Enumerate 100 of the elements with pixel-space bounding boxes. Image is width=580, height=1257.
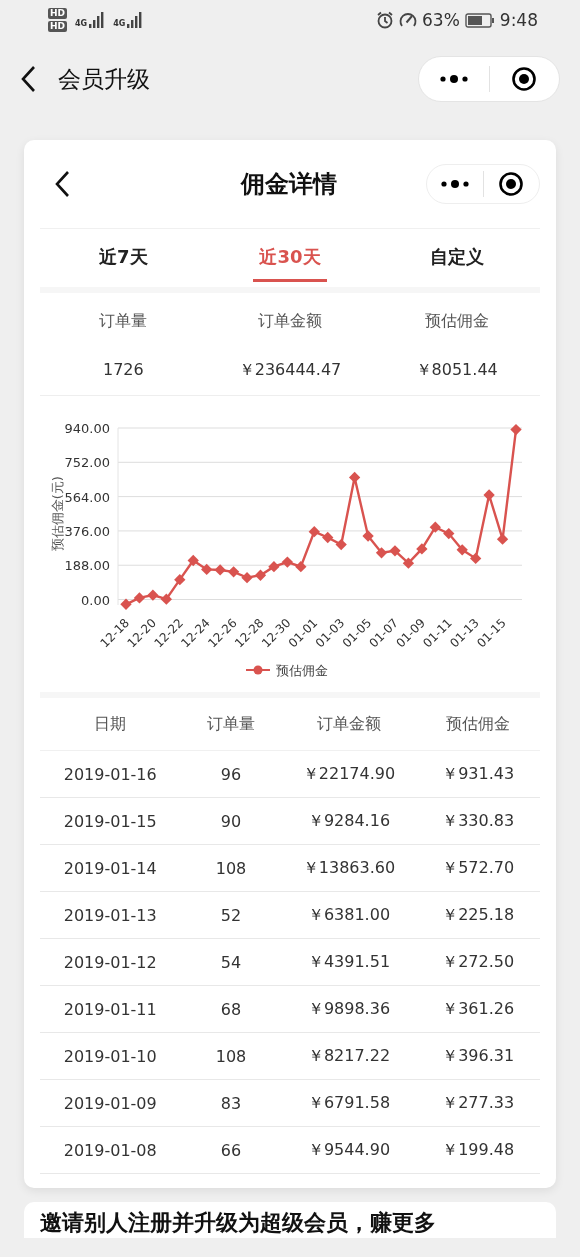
data-point — [443, 527, 455, 540]
summary-label: 订单量 — [98, 311, 149, 332]
clock-time: 9:48 — [499, 10, 538, 30]
back-icon[interactable] — [20, 65, 36, 93]
data-point — [362, 530, 374, 542]
table-cell-text: ￥277.33 — [441, 1092, 516, 1114]
data-point — [227, 566, 240, 578]
column-header: 订单金额 — [315, 713, 382, 735]
data-point — [201, 563, 213, 576]
network-label: 4G — [113, 19, 126, 28]
hd-label: HD — [48, 8, 67, 19]
table-cell-text: ￥22174.90 — [301, 763, 397, 785]
data-point — [375, 547, 388, 559]
table-cell-text: ￥225.18 — [441, 904, 516, 926]
summary-label: 预估佣金 — [423, 311, 490, 332]
table-cell-text: ￥9898.36 — [306, 998, 392, 1020]
data-point — [335, 538, 347, 551]
legend-icon — [245, 665, 271, 675]
data-point — [308, 526, 320, 538]
data-point — [281, 556, 294, 568]
column-header: 订单量 — [206, 713, 256, 735]
table-cell-text: ￥931.43 — [441, 763, 516, 785]
table-cell-text: ￥6381.00 — [306, 904, 392, 926]
data-point — [174, 574, 186, 586]
table-cell-text: 52 — [219, 905, 243, 925]
data-point — [214, 564, 226, 576]
speed-icon — [399, 11, 417, 29]
table-cell-text: 2019-01-13 — [62, 905, 158, 925]
table-cell-text: 2019-01-14 — [62, 858, 158, 878]
table-cell-text: ￥4391.51 — [306, 951, 392, 973]
data-point — [456, 544, 468, 556]
y-tick-label: 752.00 — [64, 455, 110, 471]
data-point — [120, 598, 132, 610]
table-cell-text: ￥330.83 — [441, 810, 516, 832]
table-cell-text: 2019-01-16 — [62, 764, 158, 784]
table-cell-text: ￥9284.16 — [306, 810, 392, 832]
data-point — [268, 561, 280, 573]
data-point — [241, 571, 253, 584]
table-cell-text: ￥361.26 — [441, 998, 516, 1020]
data-point — [322, 531, 334, 544]
summary-value: ￥8051.44 — [414, 360, 499, 381]
data-point — [389, 545, 401, 557]
table-cell-text: ￥13863.60 — [301, 857, 397, 879]
table-cell-text: ￥272.50 — [441, 951, 516, 973]
data-point — [402, 557, 415, 569]
legend-label: 预估佣金 — [276, 663, 328, 678]
table-cell-text: 2019-01-11 — [62, 999, 158, 1019]
table-cell-text: ￥8217.22 — [306, 1045, 392, 1067]
table-cell-text: 90 — [219, 811, 243, 831]
column-header: 日期 — [93, 713, 128, 735]
signal-icon — [89, 12, 106, 28]
card-title: 佣金详情 — [239, 169, 338, 200]
table-cell-text: 108 — [214, 858, 248, 878]
signal-icon — [127, 12, 144, 28]
battery-percent: 63% — [422, 10, 460, 30]
table-cell-text: 2019-01-09 — [62, 1093, 158, 1113]
data-point — [295, 561, 307, 573]
column-header: 预估佣金 — [445, 713, 512, 735]
table-cell-text: 66 — [219, 1140, 243, 1160]
data-point — [187, 554, 199, 567]
table-cell-text: 96 — [219, 764, 243, 784]
table-cell-text: ￥6791.58 — [306, 1092, 392, 1114]
table-cell-text: ￥199.48 — [441, 1139, 516, 1161]
alarm-icon — [376, 11, 394, 29]
period-tab[interactable]: 近7天 — [40, 229, 207, 287]
page-title: 会员升级 — [58, 64, 150, 94]
data-point — [147, 589, 159, 601]
data-point — [429, 521, 441, 533]
period-tab[interactable]: 自定义 — [373, 229, 540, 287]
table-cell-text: ￥396.31 — [441, 1045, 516, 1067]
data-point — [133, 592, 146, 604]
table-cell-text: ￥9544.90 — [306, 1139, 392, 1161]
summary-value: ￥236444.47 — [237, 360, 343, 381]
battery-icon — [464, 12, 495, 28]
y-tick-label: 0.00 — [81, 592, 110, 608]
promo-title: 邀请别人注册并升级为超级会员，赚更多 — [40, 1210, 437, 1236]
table-cell-text: 54 — [219, 952, 243, 972]
data-point — [416, 543, 428, 555]
y-tick-label: 376.00 — [64, 523, 110, 539]
y-tick-label: 564.00 — [64, 489, 110, 505]
data-point — [160, 593, 172, 605]
data-point — [470, 552, 482, 565]
back-icon[interactable] — [54, 170, 70, 198]
data-point — [254, 569, 267, 581]
period-tab[interactable]: 近30天 — [206, 229, 374, 287]
network-label: 4G — [75, 19, 88, 28]
y-tick-label: 188.00 — [64, 558, 110, 574]
summary-value: 1726 — [101, 360, 145, 381]
table-cell-text: 2019-01-12 — [62, 952, 158, 972]
table-cell-text: ￥572.70 — [441, 857, 516, 879]
table-cell-text: 2019-01-08 — [62, 1140, 158, 1160]
table-cell-text: 2019-01-10 — [62, 1046, 158, 1066]
table-cell-text: 68 — [219, 999, 243, 1019]
table-cell-text: 108 — [214, 1046, 248, 1066]
data-point — [348, 471, 361, 484]
table-cell-text: 2019-01-15 — [62, 811, 158, 831]
table-cell-text: 83 — [219, 1093, 243, 1113]
data-point — [510, 423, 522, 436]
data-point — [496, 533, 509, 545]
hd-label: HD — [48, 21, 67, 32]
